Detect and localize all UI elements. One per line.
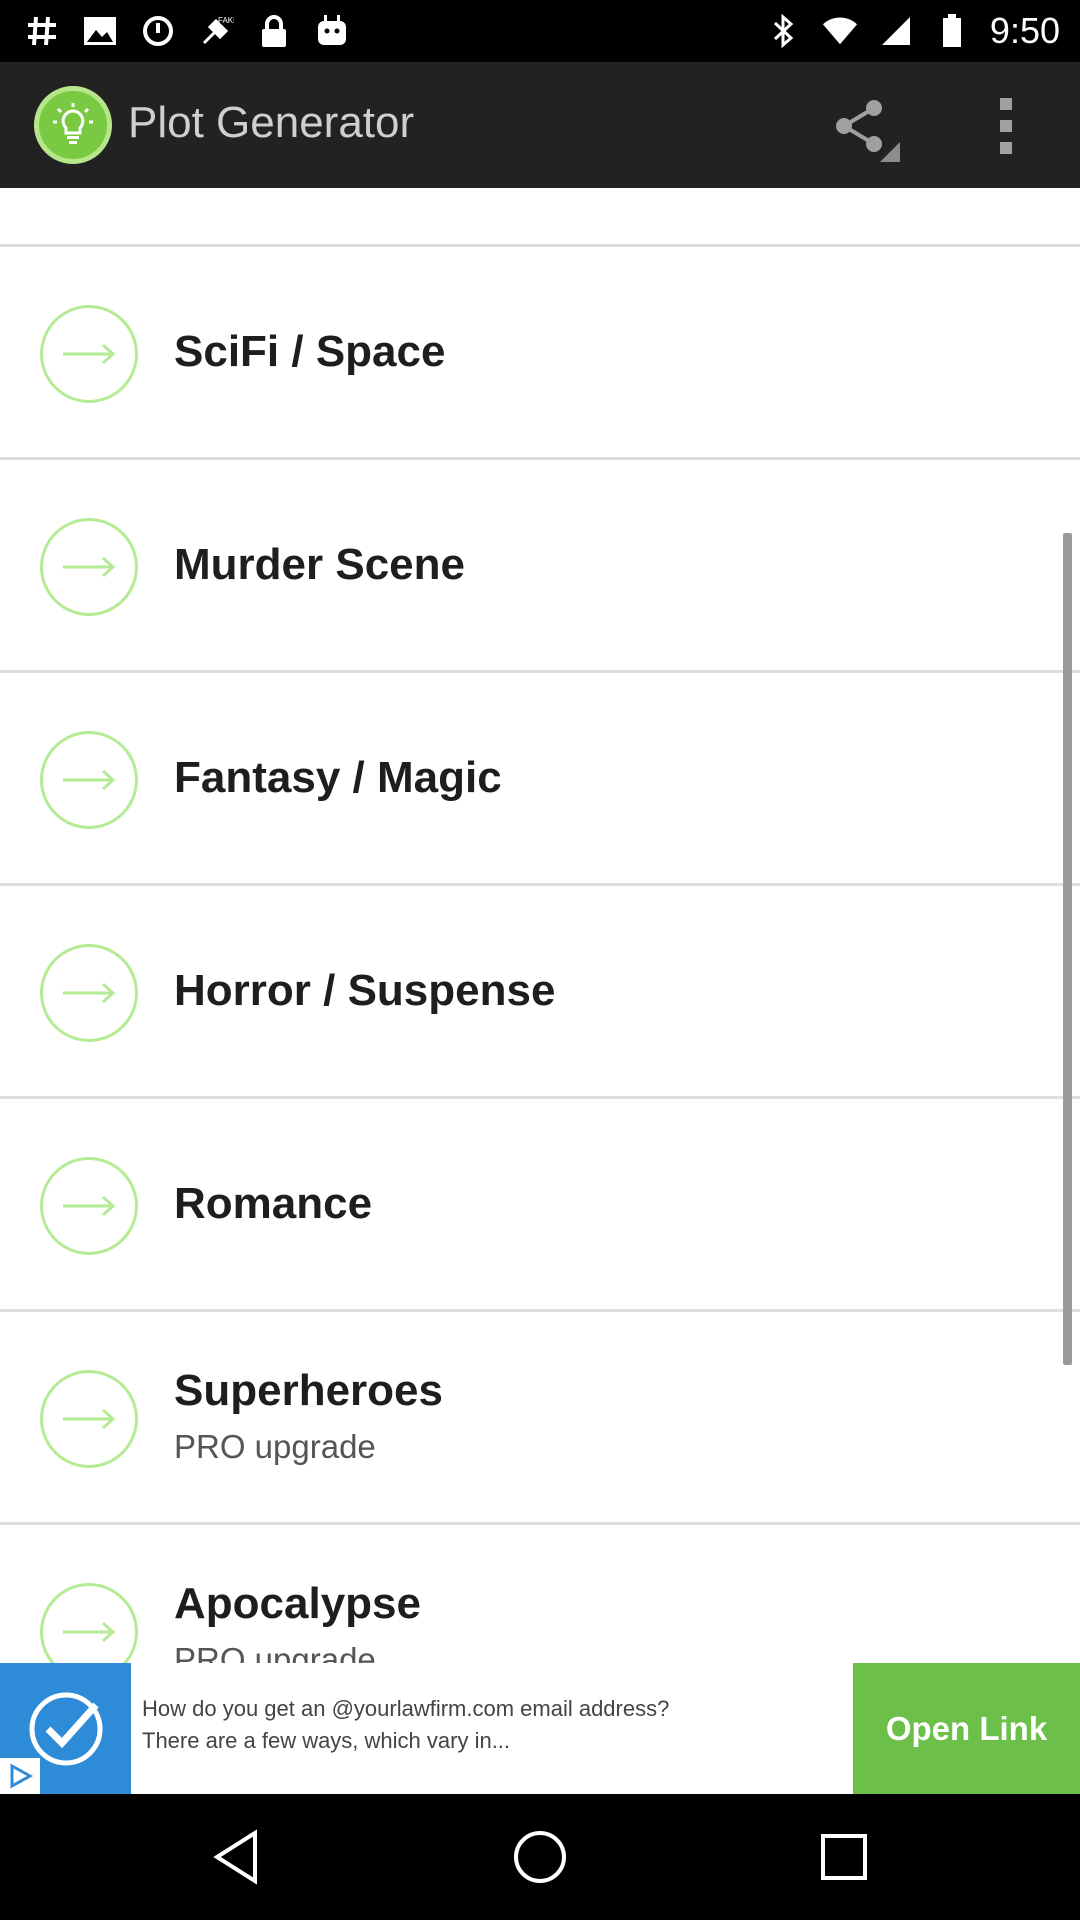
overflow-menu-button[interactable] [980, 90, 1032, 162]
arrow-right-icon [40, 1157, 138, 1255]
bluetooth-icon [766, 13, 802, 49]
svg-text:FAKE: FAKE [218, 16, 234, 25]
signal-icon [878, 13, 914, 49]
list-item-horror-suspense[interactable]: Horror / Suspense [0, 886, 1080, 1099]
ad-logo [0, 1663, 131, 1794]
recents-button[interactable] [804, 1822, 884, 1892]
app-title: Plot Generator [128, 98, 415, 147]
pro-upgrade-label: PRO upgrade [174, 1428, 376, 1465]
arrow-right-icon [40, 944, 138, 1042]
status-bar: FAKE 9:50 [0, 0, 1080, 62]
arrow-right-icon [40, 518, 138, 616]
clock: 9:50 [989, 10, 1060, 51]
battery-icon [934, 13, 970, 49]
arrow-right-icon [40, 731, 138, 829]
category-list[interactable]: SciFi / Space Murder Scene Fantasy / Mag… [0, 188, 1080, 1663]
share-dropdown-indicator [880, 142, 900, 162]
pro-upgrade-label: PRO upgrade [174, 1641, 376, 1663]
open-link-button[interactable]: Open Link [853, 1663, 1080, 1794]
alarm-icon [140, 13, 176, 49]
image-icon [82, 13, 118, 49]
list-item-label: Romance [174, 1179, 373, 1228]
more-vert-icon [1000, 98, 1012, 110]
ad-text: How do you get an @yourlawfirm.com email… [142, 1693, 842, 1757]
list-item-fantasy-magic[interactable]: Fantasy / Magic [0, 673, 1080, 886]
checkmark-circle-icon [29, 1692, 102, 1765]
list-item-murder-scene[interactable]: Murder Scene [0, 460, 1080, 673]
list-item-label: Horror / Suspense [174, 966, 556, 1015]
list-item-label: Murder Scene [174, 540, 465, 589]
list-item-label: Fantasy / Magic [174, 753, 502, 802]
list-item-label: Apocalypse [174, 1579, 421, 1628]
home-icon [514, 1831, 566, 1883]
list-item-label: SciFi / Space [174, 327, 446, 376]
share-button[interactable] [820, 90, 900, 162]
ad-choices-icon[interactable] [0, 1758, 40, 1794]
arrow-right-icon [40, 305, 138, 403]
fake-gps-icon: FAKE [198, 13, 234, 49]
list-item-label: Superheroes [174, 1366, 443, 1415]
hashtag-icon [24, 13, 60, 49]
ad-text-line: How do you get an @yourlawfirm.com email… [142, 1696, 670, 1721]
recents-icon [821, 1834, 867, 1880]
action-bar: Plot Generator [0, 62, 1080, 188]
list-item-apocalypse[interactable]: Apocalypse PRO upgrade [0, 1525, 1080, 1663]
scrollbar[interactable] [1063, 533, 1072, 1365]
android-icon [314, 13, 350, 49]
list-item-scifi-space[interactable]: SciFi / Space [0, 247, 1080, 460]
list-item-romance[interactable]: Romance [0, 1099, 1080, 1312]
lock-icon [256, 13, 292, 49]
home-button[interactable] [500, 1822, 580, 1892]
arrow-right-icon [40, 1370, 138, 1468]
navigation-bar [0, 1794, 1080, 1920]
arrow-right-icon [40, 1583, 138, 1663]
wifi-icon [822, 13, 858, 49]
back-button[interactable] [196, 1822, 276, 1892]
ad-text-line: There are a few ways, which vary in... [142, 1728, 511, 1753]
lightbulb-icon[interactable] [34, 86, 112, 164]
ad-banner[interactable]: How do you get an @yourlawfirm.com email… [0, 1663, 1080, 1794]
list-item-superheroes[interactable]: Superheroes PRO upgrade [0, 1312, 1080, 1525]
back-icon [213, 1829, 257, 1885]
